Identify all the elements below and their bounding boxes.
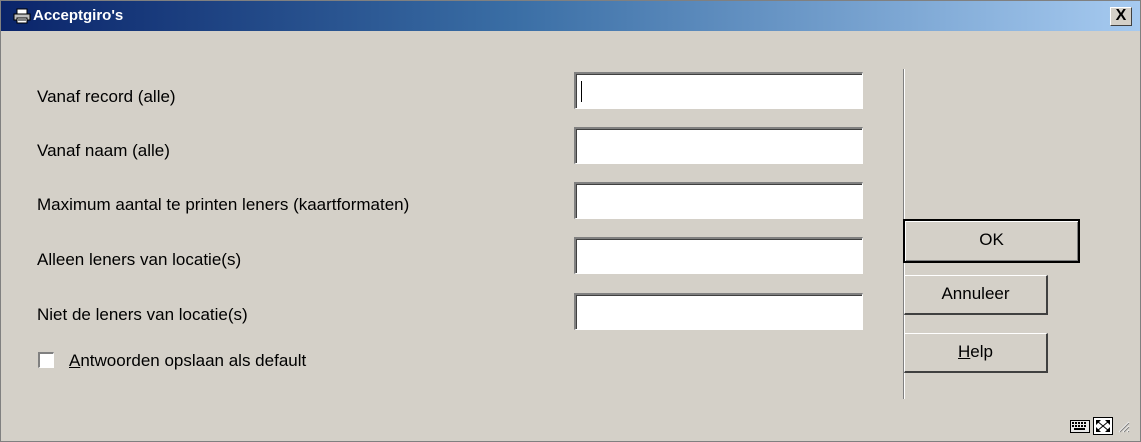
label-vanaf-record: Vanaf record (alle) xyxy=(37,87,176,106)
printer-icon xyxy=(13,8,31,24)
save-defaults-label[interactable]: Antwoorden opslaan als default xyxy=(69,351,306,371)
grip-icon[interactable] xyxy=(1116,419,1130,433)
save-defaults-checkbox[interactable] xyxy=(38,352,54,368)
text-caret xyxy=(581,81,582,102)
vanaf-record-input[interactable] xyxy=(574,72,863,109)
label-niet-leners: Niet de leners van locatie(s) xyxy=(37,305,248,324)
ok-button[interactable]: OK xyxy=(903,219,1080,263)
label-maximum-aantal: Maximum aantal te printen leners (kaartf… xyxy=(37,195,410,214)
vanaf-naam-input[interactable] xyxy=(574,127,863,164)
alleen-leners-input[interactable] xyxy=(574,237,863,274)
cancel-button[interactable]: Annuleer xyxy=(904,275,1048,315)
maximum-aantal-input[interactable] xyxy=(574,182,863,219)
status-icons xyxy=(1070,415,1130,437)
niet-leners-input[interactable] xyxy=(574,293,863,330)
window-title: Acceptgiro's xyxy=(33,7,124,24)
resize-icon[interactable] xyxy=(1093,417,1113,435)
label-vanaf-naam: Vanaf naam (alle) xyxy=(37,141,170,160)
dialog-window: Acceptgiro's X Vanaf record (alle) Vanaf… xyxy=(0,0,1141,442)
help-button[interactable]: Help xyxy=(904,333,1048,373)
title-bar[interactable]: Acceptgiro's X xyxy=(1,1,1140,31)
label-alleen-leners: Alleen leners van locatie(s) xyxy=(37,250,242,269)
close-button[interactable]: X xyxy=(1110,7,1132,26)
keyboard-icon[interactable] xyxy=(1070,418,1090,434)
close-icon: X xyxy=(1115,7,1127,24)
